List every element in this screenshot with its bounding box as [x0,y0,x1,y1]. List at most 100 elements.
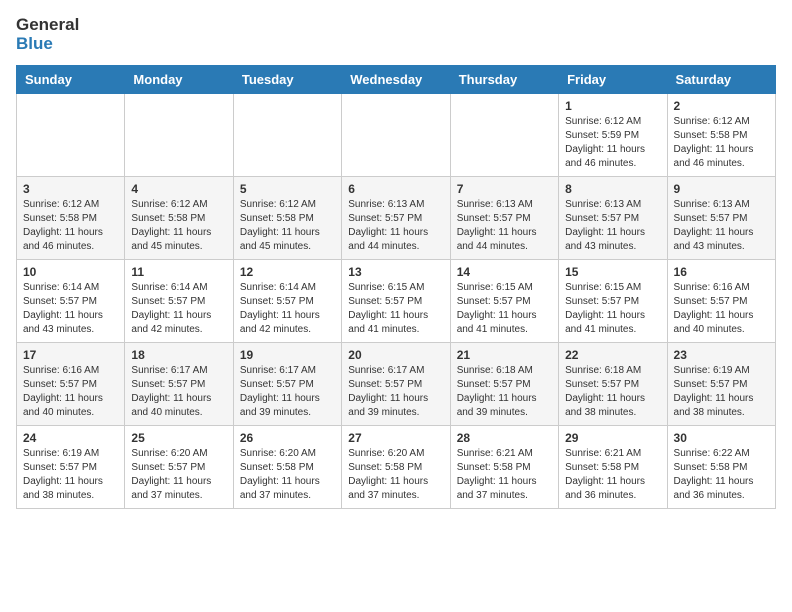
logo-blue: Blue [16,35,79,54]
calendar-cell [17,94,125,177]
day-number: 29 [565,431,660,445]
calendar-cell: 14 Sunrise: 6:15 AM Sunset: 5:57 PM Dayli… [450,260,558,343]
day-info: Sunrise: 6:12 AM Sunset: 5:58 PM Dayligh… [131,198,226,254]
calendar-cell: 24Sunrise: 6:19 AM Sunset: 5:57 PM Dayli… [17,426,125,509]
calendar-cell: 21 Sunrise: 6:18 AM Sunset: 5:57 PM Dayli… [450,343,558,426]
day-info: Sunrise: 6:14 AM Sunset: 5:57 PM Dayligh… [131,281,226,337]
calendar-cell: 9 Sunrise: 6:13 AM Sunset: 5:57 PM Daylig… [667,177,775,260]
weekday-header-row: SundayMondayTuesdayWednesdayThursdayFrid… [17,66,776,94]
calendar-cell [450,94,558,177]
day-number: 22 [565,348,660,362]
day-info: Sunrise: 6:18 AM Sunset: 5:57 PM Dayligh… [457,364,552,420]
day-number: 27 [348,431,443,445]
day-number: 1 [565,99,660,113]
day-info: Sunrise: 6:14 AM Sunset: 5:57 PM Dayligh… [240,281,335,337]
day-number: 14 [457,265,552,279]
calendar-cell: 5 Sunrise: 6:12 AM Sunset: 5:58 PM Daylig… [233,177,341,260]
calendar-cell: 20 Sunrise: 6:17 AM Sunset: 5:57 PM Dayli… [342,343,450,426]
day-info: Sunrise: 6:12 AM Sunset: 5:58 PM Dayligh… [240,198,335,254]
day-info: Sunrise: 6:17 AM Sunset: 5:57 PM Dayligh… [240,364,335,420]
day-number: 7 [457,182,552,196]
calendar-cell: 13Sunrise: 6:15 AM Sunset: 5:57 PM Dayli… [342,260,450,343]
calendar-cell: 10 Sunrise: 6:14 AM Sunset: 5:57 PM Dayli… [17,260,125,343]
weekday-header-saturday: Saturday [667,66,775,94]
day-info: Sunrise: 6:20 AM Sunset: 5:57 PM Dayligh… [131,447,226,503]
weekday-header-wednesday: Wednesday [342,66,450,94]
day-info: Sunrise: 6:21 AM Sunset: 5:58 PM Dayligh… [565,447,660,503]
day-number: 8 [565,182,660,196]
weekday-header-friday: Friday [559,66,667,94]
calendar-cell: 17 Sunrise: 6:16 AM Sunset: 5:57 PM Dayli… [17,343,125,426]
day-info: Sunrise: 6:17 AM Sunset: 5:57 PM Dayligh… [131,364,226,420]
logo-general: General [16,16,79,35]
calendar-cell: 18 Sunrise: 6:17 AM Sunset: 5:57 PM Dayli… [125,343,233,426]
day-info: Sunrise: 6:15 AM Sunset: 5:57 PM Dayligh… [565,281,660,337]
calendar-cell: 16 Sunrise: 6:16 AM Sunset: 5:57 PM Dayli… [667,260,775,343]
calendar-week-row: 24Sunrise: 6:19 AM Sunset: 5:57 PM Dayli… [17,426,776,509]
day-number: 3 [23,182,118,196]
day-number: 28 [457,431,552,445]
day-number: 10 [23,265,118,279]
day-info: Sunrise: 6:20 AM Sunset: 5:58 PM Dayligh… [348,447,443,503]
day-number: 16 [674,265,769,279]
day-info: Sunrise: 6:22 AM Sunset: 5:58 PM Dayligh… [674,447,769,503]
day-number: 15 [565,265,660,279]
day-info: Sunrise: 6:15 AM Sunset: 5:57 PM Dayligh… [457,281,552,337]
day-number: 21 [457,348,552,362]
calendar-week-row: 10 Sunrise: 6:14 AM Sunset: 5:57 PM Dayli… [17,260,776,343]
calendar-week-row: 3 Sunrise: 6:12 AM Sunset: 5:58 PM Daylig… [17,177,776,260]
calendar-cell [233,94,341,177]
calendar-cell: 22 Sunrise: 6:18 AM Sunset: 5:57 PM Dayli… [559,343,667,426]
day-number: 23 [674,348,769,362]
weekday-header-monday: Monday [125,66,233,94]
day-number: 9 [674,182,769,196]
calendar-body: 1 Sunrise: 6:12 AM Sunset: 5:59 PM Daylig… [17,94,776,509]
day-number: 2 [674,99,769,113]
day-number: 11 [131,265,226,279]
calendar-cell: 28 Sunrise: 6:21 AM Sunset: 5:58 PM Dayli… [450,426,558,509]
calendar-cell: 3Sunrise: 6:12 AM Sunset: 5:58 PM Daylig… [17,177,125,260]
day-info: Sunrise: 6:14 AM Sunset: 5:57 PM Dayligh… [23,281,118,337]
calendar-cell: 8Sunrise: 6:13 AM Sunset: 5:57 PM Daylig… [559,177,667,260]
day-info: Sunrise: 6:13 AM Sunset: 5:57 PM Dayligh… [674,198,769,254]
day-info: Sunrise: 6:12 AM Sunset: 5:58 PM Dayligh… [674,115,769,171]
day-number: 6 [348,182,443,196]
day-info: Sunrise: 6:13 AM Sunset: 5:57 PM Dayligh… [457,198,552,254]
day-info: Sunrise: 6:20 AM Sunset: 5:58 PM Dayligh… [240,447,335,503]
day-number: 25 [131,431,226,445]
calendar-cell: 27 Sunrise: 6:20 AM Sunset: 5:58 PM Dayli… [342,426,450,509]
calendar-cell: 6 Sunrise: 6:13 AM Sunset: 5:57 PM Daylig… [342,177,450,260]
day-number: 20 [348,348,443,362]
day-info: Sunrise: 6:16 AM Sunset: 5:57 PM Dayligh… [23,364,118,420]
calendar-week-row: 17 Sunrise: 6:16 AM Sunset: 5:57 PM Dayli… [17,343,776,426]
weekday-header-thursday: Thursday [450,66,558,94]
day-info: Sunrise: 6:15 AM Sunset: 5:57 PM Dayligh… [348,281,443,337]
calendar-cell: 25 Sunrise: 6:20 AM Sunset: 5:57 PM Dayli… [125,426,233,509]
day-number: 18 [131,348,226,362]
day-info: Sunrise: 6:16 AM Sunset: 5:57 PM Dayligh… [674,281,769,337]
day-info: Sunrise: 6:19 AM Sunset: 5:57 PM Dayligh… [23,447,118,503]
day-info: Sunrise: 6:21 AM Sunset: 5:58 PM Dayligh… [457,447,552,503]
day-number: 12 [240,265,335,279]
calendar-cell: 26 Sunrise: 6:20 AM Sunset: 5:58 PM Dayli… [233,426,341,509]
calendar-cell: 2 Sunrise: 6:12 AM Sunset: 5:58 PM Daylig… [667,94,775,177]
day-number: 5 [240,182,335,196]
day-info: Sunrise: 6:13 AM Sunset: 5:57 PM Dayligh… [348,198,443,254]
day-number: 17 [23,348,118,362]
day-info: Sunrise: 6:12 AM Sunset: 5:59 PM Dayligh… [565,115,660,171]
day-number: 26 [240,431,335,445]
calendar-cell: 15 Sunrise: 6:15 AM Sunset: 5:57 PM Dayli… [559,260,667,343]
calendar-header: SundayMondayTuesdayWednesdayThursdayFrid… [17,66,776,94]
day-info: Sunrise: 6:18 AM Sunset: 5:57 PM Dayligh… [565,364,660,420]
calendar-cell [125,94,233,177]
calendar-week-row: 1 Sunrise: 6:12 AM Sunset: 5:59 PM Daylig… [17,94,776,177]
day-info: Sunrise: 6:17 AM Sunset: 5:57 PM Dayligh… [348,364,443,420]
day-number: 4 [131,182,226,196]
weekday-header-tuesday: Tuesday [233,66,341,94]
calendar-cell: 30 Sunrise: 6:22 AM Sunset: 5:58 PM Dayli… [667,426,775,509]
calendar-table: SundayMondayTuesdayWednesdayThursdayFrid… [16,65,776,509]
day-number: 30 [674,431,769,445]
page-header: General Blue [16,16,776,53]
day-info: Sunrise: 6:19 AM Sunset: 5:57 PM Dayligh… [674,364,769,420]
calendar-cell: 7 Sunrise: 6:13 AM Sunset: 5:57 PM Daylig… [450,177,558,260]
